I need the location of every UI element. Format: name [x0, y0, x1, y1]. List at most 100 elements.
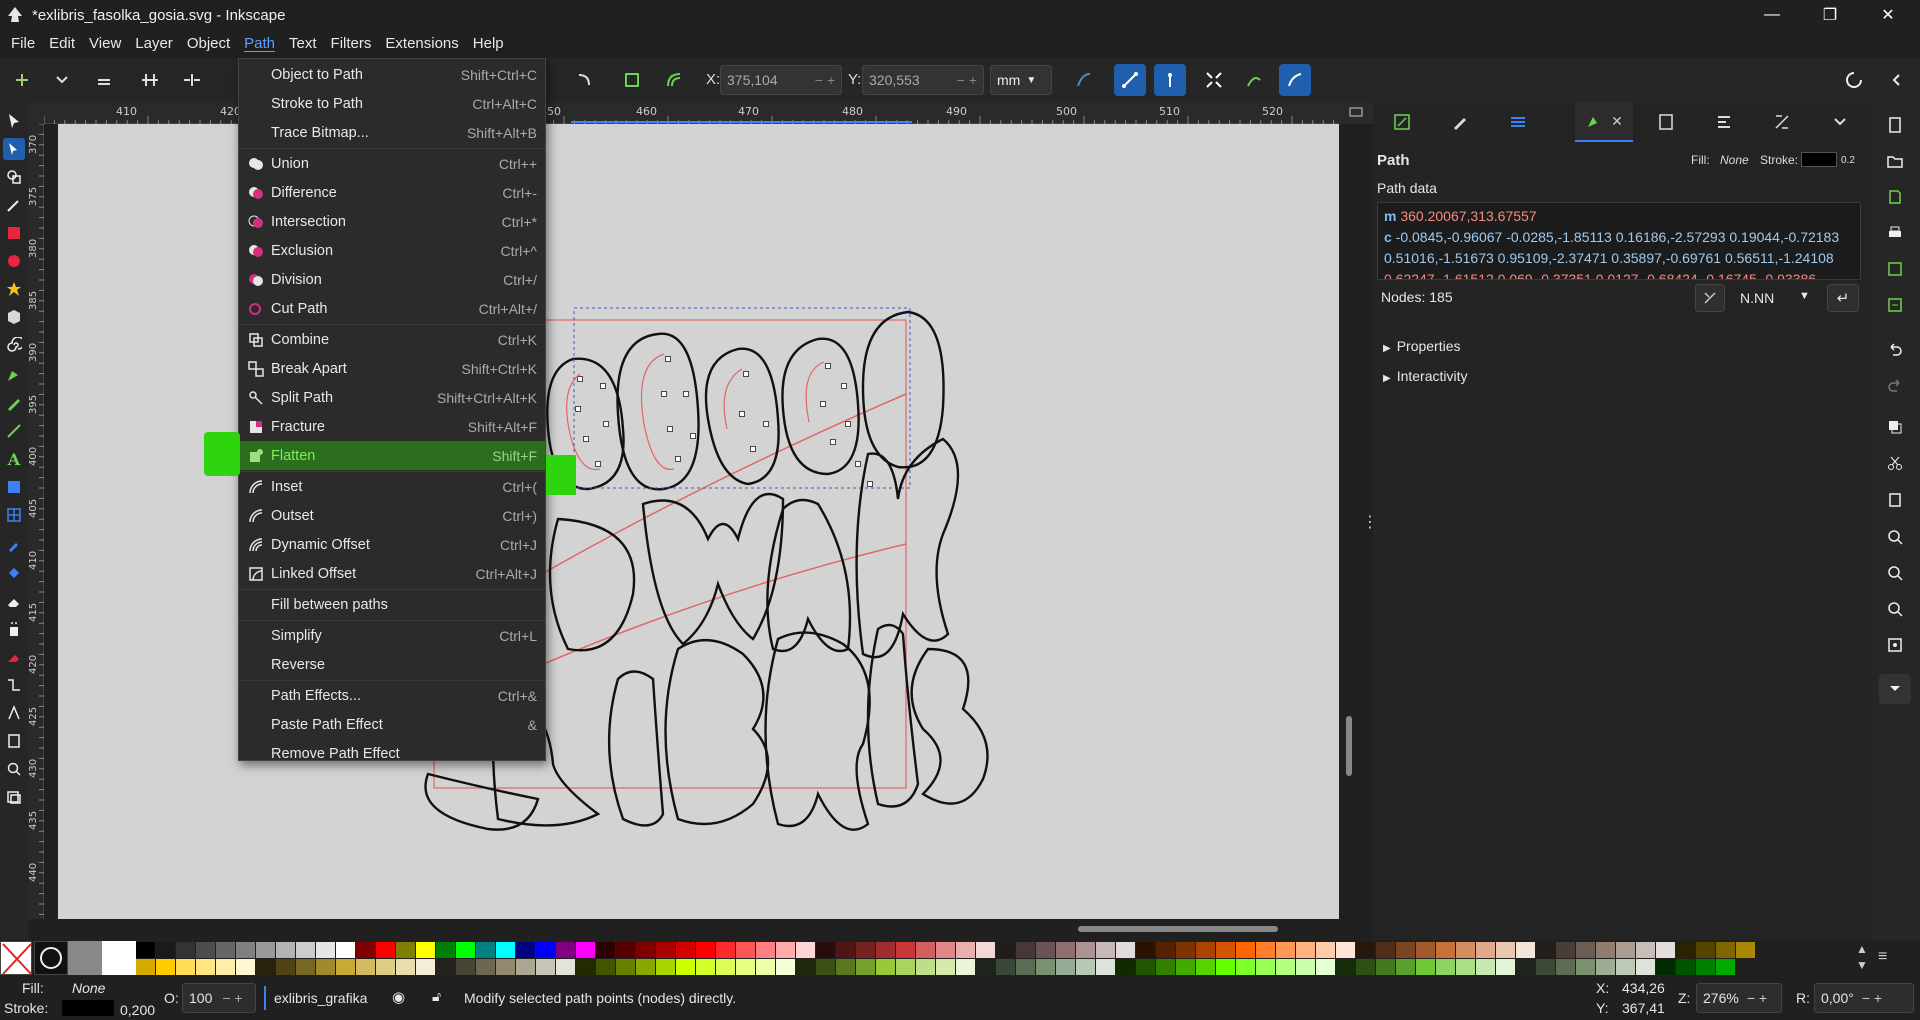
palette-swatch[interactable] — [1236, 959, 1255, 975]
palette-swatch[interactable] — [1196, 942, 1215, 958]
palette-swatch[interactable] — [1036, 959, 1055, 975]
palette-swatch[interactable] — [436, 942, 455, 958]
palette-swatch[interactable] — [516, 959, 535, 975]
palette-swatch[interactable] — [956, 942, 975, 958]
palette-swatch[interactable] — [896, 942, 915, 958]
palette-scroll-up-icon[interactable]: ▲ — [1856, 942, 1868, 956]
palette-swatch[interactable] — [1316, 959, 1335, 975]
dropper-tool-icon[interactable] — [3, 534, 25, 556]
palette-swatch[interactable] — [276, 959, 295, 975]
menu-item-outset[interactable]: Outset Ctrl+) — [239, 501, 545, 530]
eraser-tool-icon[interactable] — [3, 590, 25, 612]
palette-swatch[interactable] — [1176, 942, 1195, 958]
palette-swatch[interactable] — [296, 942, 315, 958]
palette-swatch[interactable] — [976, 959, 995, 975]
zoom-tool-icon[interactable] — [3, 758, 25, 780]
menu-file[interactable]: File — [4, 30, 42, 58]
x-coordinate-input[interactable]: 375,104 − + — [720, 65, 842, 95]
segment-to-curve-icon[interactable] — [572, 68, 596, 92]
palette-swatch[interactable] — [1156, 959, 1175, 975]
palette-swatch[interactable] — [1716, 942, 1735, 958]
palette-swatch[interactable] — [816, 959, 835, 975]
menu-item-intersection[interactable]: Intersection Ctrl+* — [239, 207, 545, 236]
save-icon[interactable] — [1884, 186, 1906, 208]
menu-item-cut-path[interactable]: Cut Path Ctrl+Alt+/ — [239, 294, 545, 323]
star-tool-icon[interactable] — [3, 278, 25, 300]
import-icon[interactable] — [1884, 258, 1906, 280]
palette-swatch[interactable] — [196, 959, 215, 975]
palette-swatch[interactable] — [1096, 942, 1115, 958]
ruler-corner-lock-icon[interactable] — [28, 102, 44, 124]
palette-swatch[interactable] — [576, 942, 595, 958]
menu-item-break-apart[interactable]: Break Apart Shift+Ctrl+K — [239, 354, 545, 383]
palette-swatch[interactable] — [656, 942, 675, 958]
unset-paint-swatch[interactable] — [34, 941, 68, 975]
palette-swatch[interactable] — [1676, 942, 1695, 958]
palette-swatch[interactable] — [1456, 959, 1475, 975]
palette-swatch[interactable] — [756, 959, 775, 975]
palette-swatch[interactable] — [356, 959, 375, 975]
tab-document-properties-icon[interactable] — [1637, 102, 1695, 142]
palette-swatch[interactable] — [856, 959, 875, 975]
opacity-input[interactable]: 100 − + — [182, 983, 256, 1013]
tab-align-icon[interactable] — [1695, 102, 1753, 142]
snap-toggle-icon[interactable] — [1842, 68, 1866, 92]
palette-swatch[interactable] — [1396, 942, 1415, 958]
palette-swatch[interactable] — [336, 942, 355, 958]
palette-swatch[interactable] — [1156, 942, 1175, 958]
palette-swatch[interactable] — [536, 959, 555, 975]
show-path-outline-icon[interactable] — [1154, 64, 1186, 96]
palette-swatch[interactable] — [1436, 959, 1455, 975]
palette-swatch[interactable] — [1376, 942, 1395, 958]
layer-visibility-icon[interactable]: ◉ — [392, 988, 405, 1006]
minimize-button[interactable]: — — [1743, 0, 1801, 30]
menu-item-exclusion[interactable]: Exclusion Ctrl+^ — [239, 236, 545, 265]
palette-swatch[interactable] — [1376, 959, 1395, 975]
menu-item-stroke-to-path[interactable]: Stroke to Path Ctrl+Alt+C — [239, 89, 545, 118]
dropdown-chevron-icon[interactable] — [50, 68, 74, 92]
paste-icon[interactable] — [1884, 488, 1906, 510]
palette-swatch[interactable] — [1636, 942, 1655, 958]
palette-swatch[interactable] — [616, 959, 635, 975]
palette-swatch[interactable] — [736, 942, 755, 958]
stroke-swatch[interactable] — [1801, 152, 1837, 167]
shape-builder-icon[interactable] — [3, 166, 25, 188]
current-layer[interactable]: exlibris_grafika — [274, 990, 367, 1006]
white-swatch[interactable] — [102, 941, 136, 975]
palette-swatch[interactable] — [596, 959, 615, 975]
palette-swatch[interactable] — [996, 942, 1015, 958]
palette-swatch[interactable] — [796, 942, 815, 958]
text-tool-icon[interactable]: A — [3, 448, 25, 470]
palette-swatch[interactable] — [456, 942, 475, 958]
menu-filters[interactable]: Filters — [324, 30, 379, 58]
menu-item-combine[interactable]: Combine Ctrl+K — [239, 325, 545, 354]
precision-chevron-icon[interactable]: ▼ — [1799, 290, 1810, 302]
palette-swatch[interactable] — [256, 959, 275, 975]
mesh-tool-icon[interactable] — [3, 504, 25, 526]
palette-swatch[interactable] — [1616, 959, 1635, 975]
palette-swatch[interactable] — [956, 959, 975, 975]
palette-swatch[interactable] — [436, 959, 455, 975]
palette-swatch[interactable] — [776, 959, 795, 975]
menu-item-paste-path-effect[interactable]: Paste Path Effect & — [239, 710, 545, 739]
gradient-tool-icon[interactable] — [3, 476, 25, 498]
palette-swatch[interactable] — [1116, 942, 1135, 958]
y-stepper-icon[interactable]: − + — [957, 72, 977, 88]
palette-swatch[interactable] — [416, 942, 435, 958]
redo-icon[interactable] — [1884, 374, 1906, 396]
rectangle-tool-icon[interactable] — [3, 222, 25, 244]
x-stepper-icon[interactable]: − + — [815, 72, 835, 88]
display-mode-icon[interactable] — [1338, 102, 1373, 124]
show-handles-icon[interactable] — [1114, 64, 1146, 96]
spiral-tool-icon[interactable] — [3, 334, 25, 356]
palette-swatch[interactable] — [136, 959, 155, 975]
palette-swatch[interactable] — [396, 942, 415, 958]
precision-select[interactable]: N.NN — [1740, 290, 1774, 306]
new-document-icon[interactable] — [1884, 114, 1906, 136]
palette-swatch[interactable] — [716, 959, 735, 975]
status-stroke-swatch[interactable] — [62, 1000, 114, 1016]
node-tool-icon[interactable] — [3, 138, 25, 160]
palette-swatch[interactable] — [1356, 942, 1375, 958]
palette-swatch[interactable] — [1596, 959, 1615, 975]
palette-swatch[interactable] — [316, 942, 335, 958]
